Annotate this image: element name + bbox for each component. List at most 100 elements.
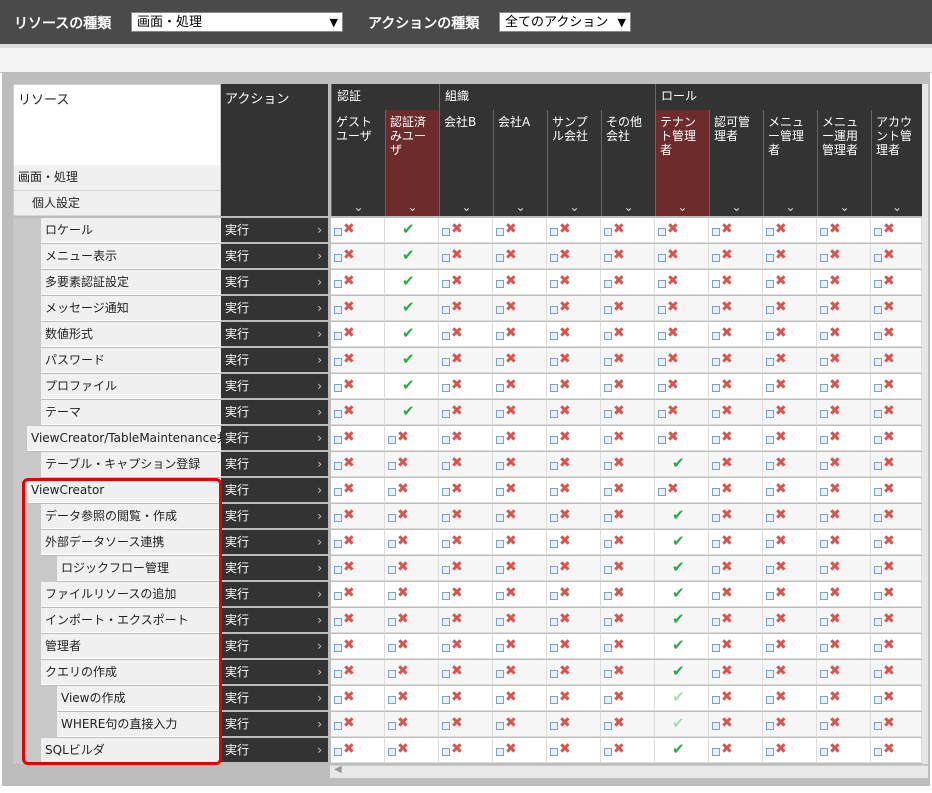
permission-cell[interactable]: ✔ [655,556,709,581]
permission-cell[interactable]: ✖ [493,634,547,659]
permission-cell[interactable]: ✖ [547,218,601,243]
permission-cell[interactable]: ✖ [601,478,655,503]
column-header[interactable]: 認証済みユーザ ⌄ [385,110,439,216]
permission-cell[interactable]: ✖ [871,530,922,555]
permission-cell[interactable]: ✖ [763,374,817,399]
permission-cell[interactable]: ✖ [331,582,385,607]
permission-cell[interactable]: ✖ [763,296,817,321]
permission-cell[interactable]: ✖ [817,530,871,555]
permission-cell[interactable]: ✖ [655,426,709,451]
permission-cell[interactable]: ✖ [763,712,817,737]
action-execute-button[interactable]: 実行 › [221,530,328,554]
permission-cell[interactable]: ✖ [547,400,601,425]
permission-cell[interactable]: ✖ [655,270,709,295]
permission-cell[interactable]: ✔ [385,374,439,399]
permission-cell[interactable]: ✖ [871,504,922,529]
permission-cell[interactable]: ✖ [871,556,922,581]
permission-cell[interactable]: ✖ [547,686,601,711]
permission-cell[interactable]: ✖ [709,374,763,399]
permission-cell[interactable]: ✖ [439,374,493,399]
permission-cell[interactable]: ✖ [601,348,655,373]
permission-cell[interactable]: ✖ [493,452,547,477]
permission-cell[interactable]: ✖ [439,504,493,529]
permission-cell[interactable]: ✔ [655,582,709,607]
column-header[interactable]: メニュー管理者 ⌄ [763,110,817,216]
permission-cell[interactable]: ✖ [709,504,763,529]
permission-cell[interactable]: ✖ [817,244,871,269]
permission-cell[interactable]: ✖ [601,504,655,529]
permission-cell[interactable]: ✖ [385,452,439,477]
permission-cell[interactable]: ✖ [817,660,871,685]
permission-cell[interactable]: ✖ [871,426,922,451]
permission-cell[interactable]: ✖ [817,374,871,399]
permission-cell[interactable]: ✖ [547,660,601,685]
permission-cell[interactable]: ✖ [493,218,547,243]
permission-cell[interactable]: ✖ [547,270,601,295]
permission-cell[interactable]: ✖ [871,686,922,711]
permission-cell[interactable]: ✖ [385,738,439,763]
permission-cell[interactable]: ✖ [763,478,817,503]
permission-cell[interactable]: ✖ [331,218,385,243]
permission-cell[interactable]: ✖ [439,452,493,477]
permission-cell[interactable]: ✖ [709,556,763,581]
permission-cell[interactable]: ✖ [709,582,763,607]
permission-cell[interactable]: ✖ [331,686,385,711]
permission-cell[interactable]: ✖ [817,296,871,321]
permission-cell[interactable]: ✖ [763,244,817,269]
permission-cell[interactable]: ✖ [763,556,817,581]
column-header[interactable]: 認可管理者 ⌄ [709,110,763,216]
permission-cell[interactable]: ✖ [385,556,439,581]
permission-cell[interactable]: ✖ [385,504,439,529]
permission-cell[interactable]: ✖ [493,270,547,295]
permission-cell[interactable]: ✖ [493,712,547,737]
permission-cell[interactable]: ✖ [763,322,817,347]
permission-cell[interactable]: ✖ [871,478,922,503]
permission-cell[interactable]: ✖ [547,504,601,529]
permission-cell[interactable]: ✖ [709,478,763,503]
permission-cell[interactable]: ✖ [817,556,871,581]
permission-cell[interactable]: ✖ [871,660,922,685]
permission-cell[interactable]: ✖ [331,738,385,763]
permission-cell[interactable]: ✖ [493,244,547,269]
permission-cell[interactable]: ✖ [331,530,385,555]
column-header[interactable]: メニュー運用管理者 ⌄ [817,110,871,216]
action-execute-button[interactable]: 実行 › [221,582,328,606]
permission-cell[interactable]: ✖ [871,322,922,347]
permission-cell[interactable]: ✖ [817,634,871,659]
action-execute-button[interactable]: 実行 › [221,686,328,710]
permission-cell[interactable]: ✖ [439,608,493,633]
permission-cell[interactable]: ✖ [439,712,493,737]
permission-cell[interactable]: ✖ [493,348,547,373]
permission-cell[interactable]: ✖ [763,504,817,529]
permission-cell[interactable]: ✔ [655,452,709,477]
permission-cell[interactable]: ✖ [601,608,655,633]
permission-cell[interactable]: ✖ [601,530,655,555]
permission-cell[interactable]: ✖ [547,712,601,737]
chevron-down-icon[interactable]: ⌄ [818,200,871,214]
permission-cell[interactable]: ✖ [439,478,493,503]
permission-cell[interactable]: ✖ [709,660,763,685]
permission-cell[interactable]: ✖ [871,270,922,295]
permission-cell[interactable]: ✖ [547,478,601,503]
permission-cell[interactable]: ✖ [493,608,547,633]
action-execute-button[interactable]: 実行 › [221,426,328,450]
permission-cell[interactable]: ✖ [547,530,601,555]
permission-cell[interactable]: ✖ [709,218,763,243]
permission-cell[interactable]: ✖ [763,218,817,243]
permission-cell[interactable]: ✖ [763,400,817,425]
permission-cell[interactable]: ✖ [871,712,922,737]
permission-cell[interactable]: ✖ [493,556,547,581]
permission-cell[interactable]: ✖ [385,426,439,451]
permission-cell[interactable]: ✖ [331,452,385,477]
action-execute-button[interactable]: 実行 › [221,608,328,632]
permission-cell[interactable]: ✖ [655,218,709,243]
permission-cell[interactable]: ✖ [439,270,493,295]
permission-cell[interactable]: ✖ [871,244,922,269]
permission-cell[interactable]: ✔ [385,270,439,295]
permission-cell[interactable]: ✖ [547,296,601,321]
permission-cell[interactable]: ✖ [763,348,817,373]
permission-cell[interactable]: ✖ [601,738,655,763]
resource-type-select[interactable]: 画面・処理 ▼ [131,12,343,32]
action-execute-button[interactable]: 実行 › [221,452,328,476]
permission-cell[interactable]: ✖ [493,296,547,321]
